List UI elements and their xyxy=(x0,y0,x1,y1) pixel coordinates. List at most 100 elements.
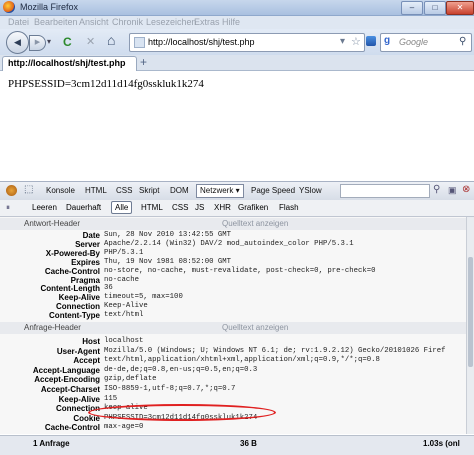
header-value: text/html,application/xhtml+xml,applicat… xyxy=(104,356,380,365)
filter-alle[interactable]: Alle xyxy=(111,201,133,214)
search-input[interactable]: g Google ⚲ xyxy=(380,33,472,52)
menu-extras[interactable]: Extras xyxy=(194,17,220,27)
menu-chronik[interactable]: Chronik xyxy=(112,17,143,27)
response-header-title[interactable]: Antwort-Header xyxy=(24,219,80,228)
pause-icon[interactable]: ⏸ xyxy=(6,203,10,213)
menu-ansicht[interactable]: Ansicht xyxy=(79,17,109,27)
filter-grafiken[interactable]: Grafiken xyxy=(238,203,268,212)
header-name: Keep-Alive xyxy=(58,394,100,404)
site-identity-icon[interactable] xyxy=(134,37,145,48)
firebug-search-input[interactable] xyxy=(340,184,430,198)
response-header-row: Pragma no-cache xyxy=(0,276,466,285)
header-value: Mozilla/5.0 (Windows; U; Windows NT 6.1;… xyxy=(104,346,446,355)
inspect-icon[interactable]: ⬚ xyxy=(24,184,33,195)
request-header-row: User-Agent Mozilla/5.0 (Windows; U; Windo… xyxy=(0,347,466,356)
net-status-bar: 1 Anfrage 36 B 1.03s (onl xyxy=(0,435,474,455)
stop-icon[interactable]: ✕ xyxy=(86,35,95,48)
minimize-button[interactable]: – xyxy=(401,1,423,15)
bookmark-star-icon[interactable]: ☆ xyxy=(351,35,361,48)
filter-flash[interactable]: Flash xyxy=(279,203,299,212)
panel-scrollbar[interactable] xyxy=(466,217,474,434)
request-header-row: Host localhost xyxy=(0,337,466,346)
request-header-row: Accept-Language de-de,de;q=0.8,en-us;q=0.… xyxy=(0,366,466,375)
back-button[interactable]: ◀ xyxy=(6,31,29,54)
header-value: no-store, no-cache, must-revalidate, pos… xyxy=(104,266,376,275)
filter-html[interactable]: HTML xyxy=(141,203,163,212)
tab-page-speed[interactable]: Page Speed xyxy=(251,186,295,195)
header-value: localhost xyxy=(104,337,144,345)
net-filter-bar: ⏸ Leeren Dauerhaft Alle HTML CSS JS XHR … xyxy=(0,200,474,217)
window-title: Mozilla Firefox xyxy=(20,2,79,12)
header-name: Accept xyxy=(73,356,100,366)
forward-button[interactable]: ▶ xyxy=(29,35,46,51)
request-header-row: Accept text/html,application/xhtml+xml,ap… xyxy=(0,356,466,365)
search-magnifier-icon[interactable]: ⚲ xyxy=(459,36,466,47)
menu-bar: Datei Bearbeiten Ansicht Chronik Lesezei… xyxy=(0,16,474,29)
maximize-button[interactable]: □ xyxy=(424,1,446,15)
response-header-row: Server Apache/2.2.14 (Win32) DAV/2 mod_au… xyxy=(0,240,466,249)
header-name: Content-Length xyxy=(40,284,100,294)
header-name: Host xyxy=(82,337,100,346)
menu-hilfe[interactable]: Hilfe xyxy=(222,17,240,27)
dropdown-arrow-icon[interactable]: ▾ xyxy=(340,36,345,47)
tab-skript[interactable]: Skript xyxy=(139,186,159,195)
response-header-section: Antwort-Header Quelltext anzeigen xyxy=(0,218,466,230)
menu-lesezeichen[interactable]: Lesezeichen xyxy=(146,17,197,27)
filter-css[interactable]: CSS xyxy=(172,203,188,212)
close-window-button[interactable]: ✕ xyxy=(446,1,474,15)
response-header-row: Date Sun, 28 Nov 2010 13:42:55 GMT xyxy=(0,231,466,240)
header-name: Accept-Charset xyxy=(40,385,100,394)
response-view-source-link[interactable]: Quelltext anzeigen xyxy=(222,219,288,228)
header-name: X-Powered-By xyxy=(45,248,100,258)
url-bar[interactable]: http://localhost/shj/test.php ▾ ☆ xyxy=(129,33,365,52)
tab-css[interactable]: CSS xyxy=(116,186,132,195)
menu-bearbeiten[interactable]: Bearbeiten xyxy=(34,17,78,27)
request-header-title[interactable]: Anfrage-Header xyxy=(24,323,81,332)
tab-html[interactable]: HTML xyxy=(85,186,107,195)
header-value: gzip,deflate xyxy=(104,375,157,384)
firebug-icon[interactable] xyxy=(6,185,17,196)
filter-js[interactable]: JS xyxy=(195,203,204,212)
search-engine-icon[interactable] xyxy=(366,36,376,46)
reload-icon[interactable]: C xyxy=(63,35,72,49)
header-value: Keep-Alive xyxy=(104,302,148,311)
url-text[interactable]: http://localhost/shj/test.php xyxy=(148,37,255,47)
title-bar: Mozilla Firefox – □ ✕ xyxy=(0,0,474,16)
request-view-source-link[interactable]: Quelltext anzeigen xyxy=(222,323,288,332)
response-header-row: Expires Thu, 19 Nov 1981 08:52:00 GMT xyxy=(0,258,466,267)
tab-dom[interactable]: DOM xyxy=(170,186,189,195)
request-count: 1 Anfrage xyxy=(33,439,70,448)
tab-test-php[interactable]: http://localhost/shj/test.php xyxy=(2,56,137,71)
total-time: 1.03s (onl xyxy=(423,439,460,448)
header-value: max-age=0 xyxy=(104,423,144,432)
header-value: 115 xyxy=(104,394,118,403)
response-header-row: Keep-Alive timeout=5, max=100 xyxy=(0,293,466,302)
filter-xhr[interactable]: XHR xyxy=(214,203,231,212)
close-firebug-icon[interactable]: ⊗ xyxy=(462,184,470,195)
detach-icon[interactable]: ▣ xyxy=(448,185,457,196)
header-name: Accept-Language xyxy=(32,365,100,375)
button-leeren[interactable]: Leeren xyxy=(32,203,57,212)
tab-konsole[interactable]: Konsole xyxy=(46,186,75,195)
new-tab-button[interactable]: + xyxy=(140,55,147,69)
request-header-row: Accept-Encoding gzip,deflate xyxy=(0,375,466,384)
header-name: Date xyxy=(82,231,100,240)
header-value: de-de,de;q=0.8,en-us;q=0.5,en;q=0.3 xyxy=(104,365,258,374)
header-value: PHP/5.3.1 xyxy=(104,248,144,257)
scrollbar-thumb[interactable] xyxy=(468,257,473,367)
menu-datei[interactable]: Datei xyxy=(8,17,29,27)
home-icon[interactable]: ⌂ xyxy=(107,32,115,48)
button-dauerhaft[interactable]: Dauerhaft xyxy=(66,203,101,212)
request-header-row: Keep-Alive 115 xyxy=(0,395,466,404)
request-header-row: Accept-Charset ISO-8859-1,utf-8;q=0.7,*;q… xyxy=(0,385,466,394)
firebug-search-icon[interactable]: ⚲ xyxy=(433,184,440,195)
total-size: 36 B xyxy=(240,439,257,448)
header-name: Accept-Encoding xyxy=(34,375,100,385)
tab-netzwerk[interactable]: Netzwerk ▾ xyxy=(196,184,244,198)
history-dropdown-icon[interactable]: ▾ xyxy=(47,37,51,46)
header-name: Server xyxy=(75,239,100,249)
tab-yslow[interactable]: YSlow xyxy=(299,186,322,195)
header-value: 36 xyxy=(104,284,113,293)
header-name: Cache-Control xyxy=(44,423,100,433)
response-header-row: X-Powered-By PHP/5.3.1 xyxy=(0,249,466,258)
